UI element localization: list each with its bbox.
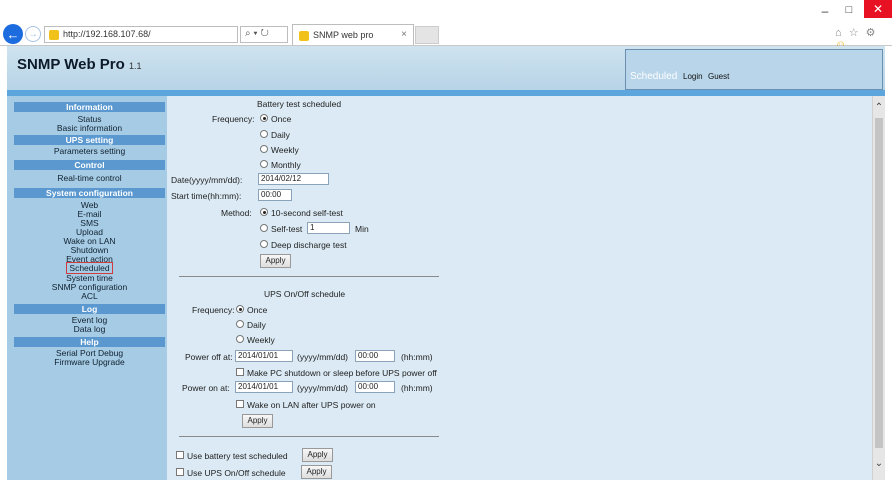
ups-frequency-once-radio[interactable]: [236, 305, 244, 313]
forward-arrow-icon[interactable]: →: [25, 26, 41, 42]
main-content: Battery test scheduled Frequency: Once D…: [167, 96, 872, 480]
scroll-up-icon[interactable]: ⌃: [873, 102, 885, 113]
power-off-label: Power off at:: [185, 352, 233, 362]
power-on-time-input[interactable]: 00:00: [355, 381, 395, 393]
power-off-date-format: (yyyy/mm/dd): [297, 352, 348, 362]
ups-frequency-daily-label: Daily: [247, 320, 266, 330]
sidebar: Information Status Basic information UPS…: [7, 96, 167, 480]
close-icon[interactable]: ✕: [864, 0, 892, 18]
new-tab-button[interactable]: [415, 26, 439, 44]
browser-chrome: ← → http://192.168.107.68/ ⌕ ▾ ↻ SNMP we…: [0, 0, 892, 51]
method-deep-discharge-label: Deep discharge test: [271, 240, 347, 250]
power-on-label: Power on at:: [182, 383, 230, 393]
sidebar-item-real-time-control[interactable]: Real-time control: [14, 174, 165, 183]
browser-tab[interactable]: SNMP web pro ×: [292, 24, 414, 45]
battery-frequency-label: Frequency:: [212, 114, 255, 124]
sidebar-section-help: Help: [14, 337, 165, 347]
shutdown-pc-label: Make PC shutdown or sleep before UPS pow…: [247, 368, 437, 378]
wake-on-lan-label: Wake on LAN after UPS power on: [247, 400, 376, 410]
address-bar[interactable]: http://192.168.107.68/: [44, 26, 238, 43]
use-battery-test-checkbox[interactable]: [176, 451, 184, 459]
tab-close-icon[interactable]: ×: [401, 29, 407, 40]
sidebar-item-scheduled[interactable]: Scheduled: [14, 262, 165, 274]
app-title: SNMP Web Pro 1.1: [17, 56, 142, 73]
use-ups-schedule-checkbox[interactable]: [176, 468, 184, 476]
ups-frequency-weekly-radio[interactable]: [236, 335, 244, 343]
self-test-minutes-input[interactable]: 1: [307, 222, 350, 234]
battery-frequency-daily-radio[interactable]: [260, 130, 268, 138]
sidebar-item-firmware-upgrade[interactable]: Firmware Upgrade: [14, 358, 165, 367]
ups-frequency-weekly-label: Weekly: [247, 335, 275, 345]
battery-start-time-input[interactable]: 00:00: [258, 189, 292, 201]
power-on-date-format: (yyyy/mm/dd): [297, 383, 348, 393]
ups-onoff-title: UPS On/Off schedule: [264, 289, 346, 299]
battery-date-input[interactable]: 2014/02/12: [258, 173, 329, 185]
battery-frequency-weekly-radio[interactable]: [260, 145, 268, 153]
method-deep-discharge-radio[interactable]: [260, 240, 268, 248]
maximize-icon[interactable]: □: [842, 4, 856, 18]
app-title-text: SNMP Web Pro: [17, 56, 125, 73]
sidebar-section-ups-setting: UPS setting: [14, 135, 165, 145]
page-header: SNMP Web Pro 1.1 Scheduled Login Guest: [7, 46, 885, 92]
tab-title: SNMP web pro: [313, 30, 374, 40]
minimize-icon[interactable]: –: [818, 4, 832, 18]
app-version: 1.1: [128, 61, 142, 71]
ups-frequency-label: Frequency:: [192, 305, 235, 315]
battery-start-time-label: Start time(hh:mm):: [171, 191, 242, 201]
battery-frequency-weekly-label: Weekly: [271, 145, 299, 155]
battery-frequency-monthly-radio[interactable]: [260, 160, 268, 168]
vertical-scrollbar[interactable]: ⌃ ⌄: [872, 96, 885, 480]
battery-date-label: Date(yyyy/mm/dd):: [171, 175, 243, 185]
tab-favicon-icon: [299, 31, 309, 41]
sidebar-section-system-configuration: System configuration: [14, 188, 165, 198]
scroll-thumb[interactable]: [875, 118, 883, 448]
power-on-time-format: (hh:mm): [401, 383, 433, 393]
power-off-time-input[interactable]: 00:00: [355, 350, 395, 362]
scroll-down-icon[interactable]: ⌄: [873, 458, 885, 469]
user-name: Guest: [708, 72, 730, 81]
section-divider-1: [179, 276, 439, 277]
site-favicon-icon: [49, 30, 59, 40]
battery-frequency-once-label: Once: [271, 114, 292, 124]
address-url: http://192.168.107.68/: [63, 29, 151, 39]
ups-apply-button[interactable]: Apply: [242, 414, 273, 428]
battery-apply-button[interactable]: Apply: [260, 254, 291, 268]
self-test-unit-label: Min: [355, 224, 369, 234]
use-ups-schedule-label: Use UPS On/Off schedule: [187, 468, 286, 478]
use-battery-apply-button[interactable]: Apply: [302, 448, 333, 462]
method-self-test-radio[interactable]: [260, 224, 268, 232]
sidebar-item-acl[interactable]: ACL: [14, 292, 165, 301]
search-refresh-control[interactable]: ⌕ ▾ ↻: [240, 26, 288, 43]
sidebar-item-basic-information[interactable]: Basic information: [14, 124, 165, 133]
battery-test-title: Battery test scheduled: [257, 99, 342, 109]
method-10-second-radio[interactable]: [260, 208, 268, 216]
battery-frequency-monthly-label: Monthly: [271, 160, 301, 170]
shutdown-pc-checkbox[interactable]: [236, 368, 244, 376]
sidebar-section-log: Log: [14, 304, 165, 314]
login-link[interactable]: Login: [683, 72, 703, 81]
use-ups-apply-button[interactable]: Apply: [301, 465, 332, 479]
ups-frequency-daily-radio[interactable]: [236, 320, 244, 328]
ups-frequency-once-label: Once: [247, 305, 268, 315]
sidebar-item-data-log[interactable]: Data log: [14, 325, 165, 334]
power-on-date-input[interactable]: 2014/01/01: [235, 381, 293, 393]
battery-method-label: Method:: [221, 208, 252, 218]
back-arrow-icon[interactable]: ←: [3, 24, 23, 44]
current-page-label: Scheduled: [630, 71, 678, 82]
battery-frequency-daily-label: Daily: [271, 130, 290, 140]
sidebar-section-information: Information: [14, 102, 165, 112]
wake-on-lan-checkbox[interactable]: [236, 400, 244, 408]
power-off-date-input[interactable]: 2014/01/01: [235, 350, 293, 362]
user-status-box: Scheduled Login Guest: [625, 49, 883, 90]
sidebar-section-control: Control: [14, 160, 165, 170]
method-10-second-label: 10-second self-test: [271, 208, 343, 218]
home-favorites-settings-icons[interactable]: ⌂ ☆ ⚙: [835, 27, 877, 39]
section-divider-2: [179, 436, 439, 437]
method-self-test-label: Self-test: [271, 224, 303, 234]
use-battery-test-label: Use battery test scheduled: [187, 451, 288, 461]
power-off-time-format: (hh:mm): [401, 352, 433, 362]
battery-frequency-once-radio[interactable]: [260, 114, 268, 122]
sidebar-item-parameters-setting[interactable]: Parameters setting: [14, 147, 165, 156]
